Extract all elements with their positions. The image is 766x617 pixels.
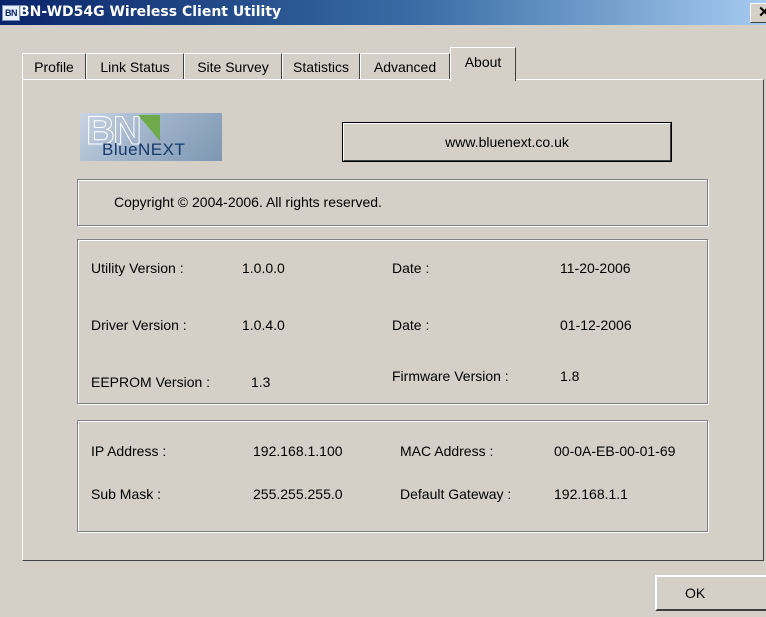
tab-about[interactable]: About: [450, 47, 516, 81]
window-title: BN-WD54G Wireless Client Utility: [19, 4, 282, 20]
firmware-version-label: Firmware Version :: [392, 368, 509, 384]
driver-date-value: 01-12-2006: [560, 317, 632, 333]
tab-statistics[interactable]: Statistics: [282, 53, 360, 80]
ip-address-label: IP Address :: [91, 443, 167, 459]
driver-version-value: 1.0.4.0: [242, 317, 285, 333]
subnet-mask-value: 255.255.255.0: [253, 486, 343, 502]
tab-advanced[interactable]: Advanced: [360, 53, 450, 80]
utility-date-label: Date :: [392, 260, 430, 276]
website-button[interactable]: www.bluenext.co.uk: [342, 122, 672, 162]
copyright-text: Copyright © 2004-2006. All rights reserv…: [114, 194, 382, 210]
default-gateway-value: 192.168.1.1: [554, 486, 628, 502]
version-info-group: Utility Version : 1.0.0.0 Date : 11-20-2…: [77, 239, 708, 404]
app-icon: BN: [2, 5, 20, 21]
driver-version-label: Driver Version :: [91, 317, 187, 333]
leaf-icon: [138, 115, 160, 141]
eeprom-version-value: 1.3: [251, 374, 271, 390]
subnet-mask-label: Sub Mask :: [91, 486, 162, 502]
tab-profile[interactable]: Profile: [22, 53, 86, 80]
ip-address-value: 192.168.1.100: [253, 443, 343, 459]
copyright-group: Copyright © 2004-2006. All rights reserv…: [77, 179, 708, 226]
utility-version-label: Utility Version :: [91, 260, 184, 276]
default-gateway-label: Default Gateway :: [400, 486, 512, 502]
firmware-version-value: 1.8: [560, 368, 580, 384]
utility-version-value: 1.0.0.0: [242, 260, 285, 276]
eeprom-version-label: EEPROM Version :: [91, 374, 211, 390]
driver-date-label: Date :: [392, 317, 430, 333]
tab-link-status[interactable]: Link Status: [86, 53, 184, 80]
close-icon: ✕: [758, 4, 766, 21]
utility-date-value: 11-20-2006: [560, 260, 631, 276]
ok-button[interactable]: OK: [655, 575, 766, 611]
bluenext-logo: BN BlueNEXT: [80, 113, 222, 161]
mac-address-label: MAC Address :: [400, 443, 494, 459]
close-button[interactable]: ✕: [750, 3, 766, 23]
mac-address-value: 00-0A-EB-00-01-69: [554, 443, 676, 459]
title-bar[interactable]: BN BN-WD54G Wireless Client Utility ✕: [0, 0, 766, 25]
tab-site-survey[interactable]: Site Survey: [184, 53, 282, 80]
logo-wordmark: BlueNEXT: [102, 140, 186, 159]
network-info-group: IP Address : 192.168.1.100 MAC Address :…: [77, 420, 708, 532]
